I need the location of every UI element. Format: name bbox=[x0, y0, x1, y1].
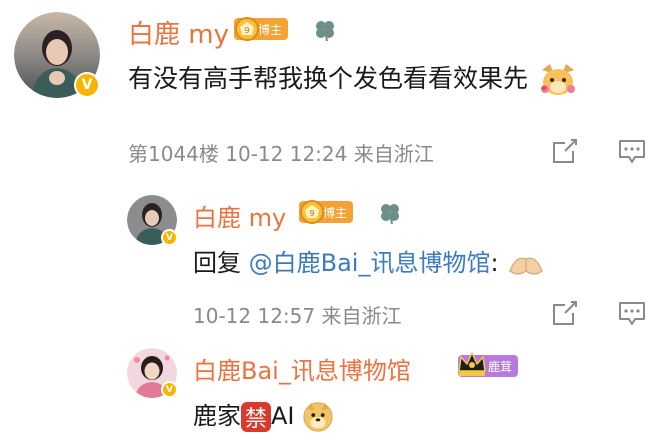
verified-badge-icon: V bbox=[161, 381, 178, 398]
dog-face-emoji-icon bbox=[540, 64, 575, 95]
clover-icon bbox=[381, 204, 399, 225]
username[interactable]: 白鹿 my bbox=[128, 14, 229, 51]
reply-text: 鹿家禁 AI bbox=[193, 396, 334, 433]
reply-suffix: : bbox=[490, 249, 499, 277]
reply-prefix: 回复 bbox=[193, 249, 249, 277]
username[interactable]: 白鹿Bai_讯息博物馆 bbox=[193, 351, 411, 386]
username[interactable]: 白鹿 my bbox=[193, 198, 286, 233]
comment-icon[interactable] bbox=[617, 300, 647, 328]
clover-icon bbox=[316, 21, 334, 42]
fan-badge-label: 鹿茸 bbox=[488, 359, 513, 374]
reply-text-before: 鹿家 bbox=[193, 402, 241, 430]
svg-text:9: 9 bbox=[244, 26, 249, 35]
role-badge: 9 博主 bbox=[299, 200, 354, 224]
share-icon[interactable] bbox=[551, 137, 579, 165]
share-icon[interactable] bbox=[551, 299, 579, 327]
role-badge-label: 博主 bbox=[258, 22, 283, 37]
role-badge-label: 博主 bbox=[323, 205, 348, 220]
role-badge: 9 博主 bbox=[234, 17, 289, 41]
verified-badge-icon: V bbox=[74, 72, 100, 98]
ban-emoji-icon: 禁 bbox=[241, 402, 271, 432]
mention-link[interactable]: @白鹿Bai_讯息博物馆 bbox=[249, 249, 491, 277]
comment-text: 有没有高手帮我换个发色看看效果先 bbox=[128, 59, 578, 98]
svg-text:9: 9 bbox=[309, 209, 314, 218]
verified-badge-icon: V bbox=[161, 229, 178, 246]
reply-meta: 10-12 12:57 来自浙江 bbox=[193, 304, 402, 328]
hands-emoji-icon bbox=[509, 257, 543, 275]
comment-icon[interactable] bbox=[617, 138, 647, 166]
reply-text: 回复 @白鹿Bai_讯息博物馆: bbox=[193, 243, 546, 279]
comment-meta: 第1044楼 10-12 12:24 来自浙江 bbox=[128, 142, 434, 166]
medal-icon: 9 bbox=[300, 200, 324, 224]
reply-text-after: AI bbox=[271, 402, 295, 430]
crown-icon bbox=[458, 352, 486, 376]
fan-badge: 鹿茸 bbox=[458, 352, 519, 377]
doge-emoji-icon bbox=[303, 402, 333, 432]
medal-icon: 9 bbox=[235, 17, 259, 41]
comment-body: 有没有高手帮我换个发色看看效果先 bbox=[128, 64, 529, 93]
